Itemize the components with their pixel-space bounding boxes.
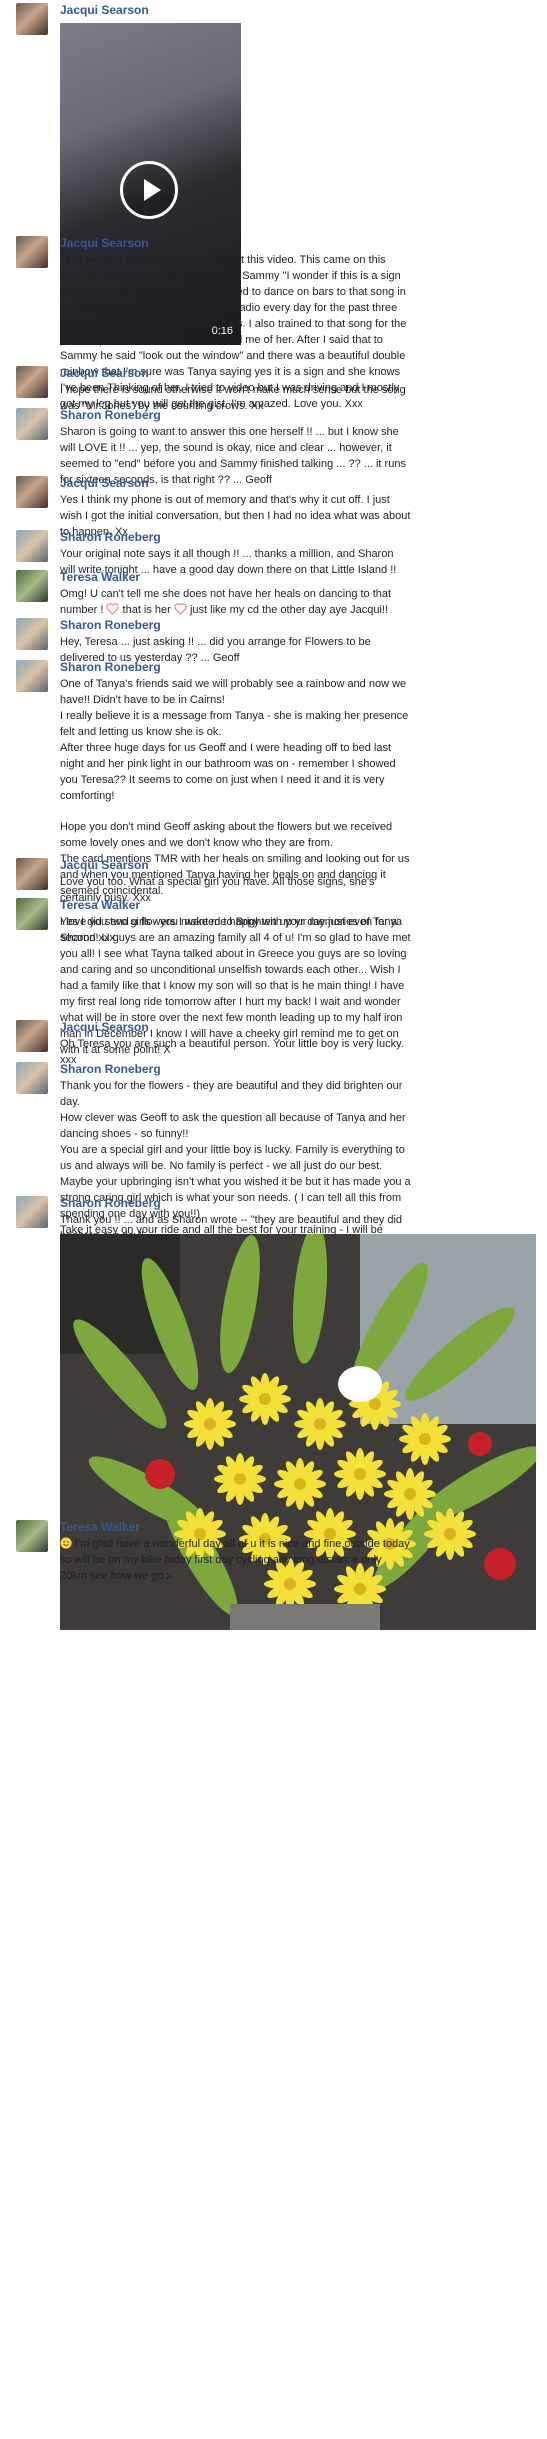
comment-line: days when I haven't heard it for years. …: [60, 318, 407, 330]
comment-line: some lovely ones and we don't know who t…: [60, 837, 333, 849]
comment-line: Greece and it's been playing on the radi…: [60, 302, 398, 314]
comment-line: second! U guys are an amazing family all…: [60, 932, 411, 944]
commenter-name-link[interactable]: Jacqui Searson: [60, 236, 536, 250]
avatar[interactable]: [16, 408, 48, 440]
comment-line: After three huge days for us Geoff and I…: [60, 742, 392, 754]
comment-body: Teresa Walker I'm glad have a wonderful …: [60, 1520, 536, 1584]
comment-body: Jacqui Searson: [60, 3, 536, 17]
comment-line: night and her pink light in our bathroom…: [60, 758, 396, 770]
comment-line: you all! I see what Tayna talked about i…: [60, 948, 407, 960]
comment-text: I'm glad have a wonderful day all of u i…: [60, 1536, 536, 1584]
comment-line: from mummys friend Tanya?" We used to da…: [60, 286, 406, 298]
comment-line: seemed to "end" before you and Sammy fin…: [60, 458, 406, 470]
commenter-name-link[interactable]: Teresa Walker: [60, 898, 536, 912]
heart-emoji-icon: [174, 603, 187, 615]
comment-line: How clever was Geoff to ask the question…: [60, 1112, 406, 1124]
commenter-name-link[interactable]: Sharon Roneberg: [60, 1196, 536, 1210]
comment-body: Jacqui Searson I hope there is sound othe…: [60, 366, 536, 414]
comment-line: you Teresa?? It seems to come on just wh…: [60, 774, 385, 786]
comment-line: point to pinnacle because it reminded me…: [60, 334, 383, 346]
avatar[interactable]: [16, 858, 48, 890]
avatar[interactable]: [16, 3, 48, 35]
comment-body: Sharon Roneberg Thank you !! ... and as S…: [60, 1196, 536, 1630]
avatar[interactable]: [16, 1196, 48, 1228]
comment-line: Omg! U can't tell me she does not have h…: [60, 588, 392, 600]
comment-line: Your original note says it all though !!…: [60, 548, 394, 560]
comment-line: had a family like that I know my son wil…: [60, 980, 405, 992]
comment-line: felt and letting us know she is ok.: [60, 726, 222, 738]
commenter-name-link[interactable]: Jacqui Searson: [60, 366, 536, 380]
comment-line: Oh Teresa you are such a beautiful perso…: [60, 1038, 404, 1050]
comment-line: Maybe your upbringing isn't what you wis…: [60, 1176, 411, 1188]
comment-line: Sharon is going to want to answer this o…: [60, 426, 399, 438]
avatar[interactable]: [16, 530, 48, 562]
comment-line: Hope you don't mind Geoff asking about t…: [60, 821, 393, 833]
comment-line: number ! that is her just like my cd the…: [60, 603, 389, 616]
comment-line: I'm glad have a wonderful day all of u i…: [60, 1536, 536, 1552]
comment-line: Yes I did send u flowers I wanted to Bri…: [60, 916, 398, 928]
comment-line: comforting!: [60, 790, 115, 802]
smile-emoji-icon: [60, 1537, 72, 1549]
comment-line: You are a special girl and your little b…: [60, 1144, 405, 1156]
comment-line: Hey, Teresa ... just asking !! ... did y…: [60, 636, 371, 648]
avatar[interactable]: [16, 660, 48, 692]
comment-line: Thank you for the flowers - they are bea…: [60, 1080, 403, 1092]
comment-line: morning on way to work and I said to Sam…: [60, 270, 401, 282]
commenter-name-link[interactable]: Teresa Walker: [60, 570, 536, 584]
avatar[interactable]: [16, 618, 48, 650]
avatar[interactable]: [16, 1520, 48, 1552]
commenter-name-link[interactable]: Sharon Roneberg: [60, 618, 536, 632]
comment-line: One of Tanya's friends said we will prob…: [60, 678, 407, 690]
comment-line: have!! Didn't have to be in Cairns!: [60, 694, 225, 706]
commenter-name-link[interactable]: Teresa Walker: [60, 1520, 536, 1534]
comment-line: Yes I think my phone is out of memory an…: [60, 494, 390, 506]
comment-line: wish I got the initial conversation, but…: [60, 510, 411, 522]
comment-line: 20km see how we go x: [60, 1570, 172, 1582]
comment-line: us and always will be. No family is perf…: [60, 1160, 383, 1172]
comment-text: Omg! U can't tell me she does not have h…: [60, 586, 536, 618]
avatar[interactable]: [16, 476, 48, 508]
avatar[interactable]: [16, 570, 48, 602]
play-icon[interactable]: [120, 161, 178, 219]
commenter-name-link[interactable]: Jacqui Searson: [60, 3, 536, 17]
avatar[interactable]: [16, 1020, 48, 1052]
comment-line: I just wrote a massive message about thi…: [60, 254, 386, 266]
avatar[interactable]: [16, 898, 48, 930]
commenter-name-link[interactable]: Jacqui Searson: [60, 858, 536, 872]
commenter-name-link[interactable]: Jacqui Searson: [60, 476, 536, 490]
avatar[interactable]: [16, 236, 48, 268]
commenter-name-link[interactable]: Sharon Roneberg: [60, 660, 536, 674]
comment-line: so will be on my bike today first day cy…: [60, 1554, 382, 1566]
comment-body: Jacqui Searson Oh Teresa you are such a b…: [60, 1020, 536, 1068]
commenter-name-link[interactable]: Sharon Roneberg: [60, 1062, 536, 1076]
comment-line: Love you too. What a special girl you ha…: [60, 876, 375, 888]
commenter-name-link[interactable]: Sharon Roneberg: [60, 530, 536, 544]
comment-line: I hope there is sound otherwise it won't…: [60, 384, 406, 396]
commenter-name-link[interactable]: Jacqui Searson: [60, 1020, 536, 1034]
heart-emoji-icon: [106, 603, 120, 615]
comment-line: and caring and so unconditional unselfis…: [60, 964, 401, 976]
comment-line: Thank you !! ... and as Sharon wrote -- …: [60, 1214, 403, 1226]
commenter-name-link[interactable]: Sharon Roneberg: [60, 408, 536, 422]
comment-line: my first real long ride tomorrow after I…: [60, 996, 401, 1008]
comment-body: Sharon Roneberg Hey, Teresa ... just aski…: [60, 618, 536, 666]
avatar[interactable]: [16, 366, 48, 398]
comment-line: I really believe it is a message from Ta…: [60, 710, 409, 722]
avatar[interactable]: [16, 1062, 48, 1094]
comment-line: Sammy he said "look out the window" and …: [60, 350, 406, 362]
comment-line: will LOVE it !! ... yep, the sound is ok…: [60, 442, 392, 454]
comment-line: dancing shoes - so funny!!: [60, 1128, 189, 1140]
comment-body: Teresa Walker Omg! U can't tell me she do…: [60, 570, 536, 618]
comment-line: day.: [60, 1096, 80, 1108]
